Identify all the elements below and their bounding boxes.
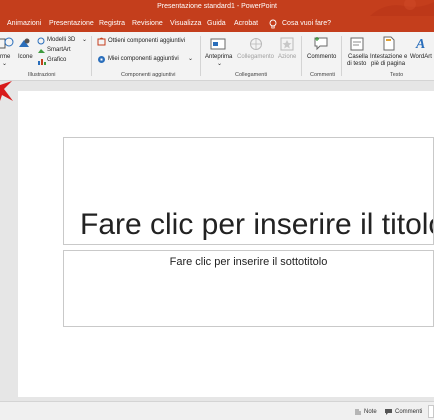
chart-icon [38, 59, 46, 65]
tab-visualizza[interactable]: Visualizza [170, 20, 201, 27]
slide-thumbnail-shape [0, 81, 13, 101]
tab-acrobat[interactable]: Acrobat [234, 20, 258, 27]
group-separator [200, 36, 201, 76]
notes-icon [355, 409, 361, 415]
tab-revisione[interactable]: Revisione [132, 20, 163, 27]
3d-models-icon [37, 37, 45, 45]
comments-button[interactable]: Commenti [395, 409, 422, 415]
comments-icon [385, 409, 392, 415]
get-addins-button[interactable]: Ottieni componenti aggiuntivi [108, 38, 185, 45]
new-comment-button[interactable]: Commento [307, 54, 336, 61]
view-normal-button[interactable] [428, 405, 434, 418]
wordart-icon[interactable]: A [414, 35, 428, 51]
tab-registra[interactable]: Registra [99, 20, 125, 27]
group-collegamenti-label: Collegamenti [235, 72, 268, 78]
group-illustrazioni-label: Illustrazioni [28, 72, 56, 78]
link-button[interactable]: Collegamento [237, 54, 274, 61]
tell-me-search[interactable]: Cosa vuoi fare? [282, 20, 331, 27]
subtitle-placeholder-text: Fare clic per inserire il sottotitolo [169, 256, 328, 268]
group-separator [341, 36, 342, 76]
group-separator [301, 36, 302, 76]
zoom-dropdown-icon[interactable]: ⌄ [217, 61, 222, 68]
lightbulb-icon [269, 19, 277, 29]
my-addins-dropdown-icon[interactable]: ⌄ [188, 56, 193, 63]
ribbon-tabs: Animazioni Presentazione Registra Revisi… [0, 16, 434, 32]
comment-icon[interactable] [313, 36, 329, 51]
shapes-icon[interactable] [0, 37, 14, 51]
header-footer-icon[interactable] [383, 36, 395, 51]
store-icon [97, 37, 106, 46]
header-footer-button[interactable]: Intestazione e [370, 54, 407, 61]
link-icon [250, 38, 262, 50]
text-box-button[interactable]: Casella [348, 54, 368, 61]
tab-guida[interactable]: Guida [207, 20, 226, 27]
group-commenti-label: Commenti [310, 72, 336, 78]
group-separator [91, 36, 92, 76]
icons-button[interactable]: Icone [18, 54, 33, 61]
subtitle-placeholder[interactable]: Fare clic per inserire il sottotitolo [63, 250, 434, 327]
my-addins-button[interactable]: Miei componenti aggiuntivi [108, 56, 179, 63]
shapes-dropdown-icon[interactable]: ⌄ [2, 61, 7, 68]
ribbon: rme ⌄ Icone Modelli 3D ⌄ SmartArt Grafic… [0, 32, 434, 81]
shapes-button[interactable]: rme [0, 54, 10, 61]
decorative-pattern [370, 0, 434, 16]
wordart-button[interactable]: WordArt [410, 54, 432, 61]
title-bar: Presentazione standard1 - PowerPoint [0, 0, 434, 16]
tab-presentazione[interactable]: Presentazione [49, 20, 94, 27]
icons-icon[interactable] [17, 37, 31, 51]
title-placeholder[interactable]: Fare clic per inserire il titolo [63, 137, 434, 245]
header-footer-button-line2: piè di pagina [371, 61, 406, 67]
tab-animazioni[interactable]: Animazioni [7, 20, 41, 27]
group-testo-label: Testo [390, 72, 404, 78]
smartart-icon [38, 49, 45, 53]
action-icon [280, 37, 294, 51]
my-addins-icon [98, 56, 105, 63]
svg-text:A: A [415, 37, 425, 51]
text-box-button-line2: di testo [347, 61, 367, 67]
3d-models-dropdown-icon[interactable]: ⌄ [82, 37, 87, 44]
chart-button[interactable]: Grafico [47, 57, 66, 64]
zoom-preview-button[interactable]: Anteprima [205, 54, 232, 61]
3d-models-button[interactable]: Modelli 3D [47, 37, 75, 44]
title-placeholder-text: Fare clic per inserire il titolo [80, 208, 434, 241]
status-bar: Note Commenti [0, 401, 434, 420]
zoom-preview-icon[interactable] [210, 37, 226, 51]
action-button[interactable]: Azione [278, 54, 296, 61]
notes-button[interactable]: Note [364, 409, 377, 415]
smartart-button[interactable]: SmartArt [47, 47, 71, 54]
group-componenti-label: Componenti aggiuntivi [121, 72, 176, 78]
text-box-icon[interactable] [350, 37, 364, 51]
